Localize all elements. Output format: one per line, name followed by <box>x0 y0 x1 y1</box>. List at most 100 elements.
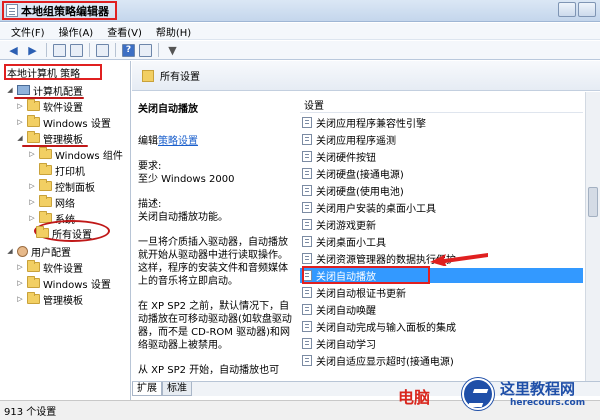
tree-item-control-panel[interactable]: ▷ 控制面板 <box>28 178 95 194</box>
edit-policy-line: 编辑策略设置 <box>138 135 294 148</box>
menu-action[interactable]: 操作(A) <box>52 24 101 39</box>
toolbar-divider <box>46 43 47 57</box>
tree-item-label: 软件设置 <box>43 263 83 275</box>
column-header-settings[interactable]: 设置 <box>300 96 583 113</box>
properties-icon[interactable] <box>139 43 152 57</box>
expand-icon[interactable]: ▷ <box>28 214 36 222</box>
tree-item-label: Windows 设置 <box>43 118 111 130</box>
tree-item-software-settings[interactable]: ▷ 软件设置 <box>16 98 83 114</box>
tree-item-user-admin-templates[interactable]: ▷ 管理模板 <box>16 291 83 307</box>
policy-setting-icon <box>302 219 312 230</box>
settings-list-item[interactable]: 关闭硬件按钮 <box>300 149 583 164</box>
list-scrollbar[interactable] <box>585 92 600 382</box>
tree-item-root[interactable]: 本地计算机 策略 <box>7 64 80 80</box>
expand-icon[interactable]: ▷ <box>16 102 24 110</box>
tree-item-label: 管理模板 <box>43 295 83 307</box>
policy-setting-icon <box>302 151 312 162</box>
tree-item-admin-templates[interactable]: ◢ 管理模板 <box>16 130 83 146</box>
tree-item-computer-config[interactable]: ◢ 计算机配置 <box>6 82 83 98</box>
settings-list-item[interactable]: 关闭硬盘(接通电源) <box>300 166 583 181</box>
tab-extended[interactable]: 扩展 <box>132 382 162 396</box>
policy-setting-icon <box>302 304 312 315</box>
tree-item-user-config[interactable]: ◢ 用户配置 <box>6 243 71 259</box>
settings-list-item[interactable]: 关闭自动唤醒 <box>300 302 583 317</box>
toolbar: ◀ ▶ ? ▼ <box>0 41 600 60</box>
back-arrow-icon[interactable]: ◀ <box>6 43 21 58</box>
description-paragraph: 从 XP SP2 开始，自动播放也可 <box>138 365 280 376</box>
help-icon[interactable]: ? <box>122 43 135 57</box>
expand-icon[interactable]: ▷ <box>16 279 24 287</box>
forward-arrow-icon[interactable]: ▶ <box>25 43 40 58</box>
expand-icon[interactable]: ▷ <box>16 118 24 126</box>
edit-prefix: 编辑 <box>138 136 158 147</box>
edit-policy-link[interactable]: 策略设置 <box>158 136 198 147</box>
menu-file[interactable]: 文件(F) <box>4 24 52 39</box>
settings-list-item-label: 关闭自动完成与输入面板的集成 <box>316 323 456 334</box>
expand-icon[interactable]: ▷ <box>16 295 24 303</box>
folder-icon <box>142 69 154 82</box>
policy-setting-icon <box>302 355 312 366</box>
tree-item-windows-components[interactable]: ▷ Windows 组件 <box>28 146 123 162</box>
settings-list-item[interactable]: 关闭自适应显示超时(接通电源) <box>300 353 583 368</box>
tree-item-label: 管理模板 <box>43 134 83 146</box>
policy-setting-icon <box>302 134 312 145</box>
tree-item-printers[interactable]: 打印机 <box>28 162 85 178</box>
expand-icon[interactable]: ▷ <box>28 198 36 206</box>
status-text: 913 个设置 <box>4 407 57 418</box>
tree-item-label: 用户配置 <box>31 247 71 259</box>
window-controls <box>558 2 596 17</box>
tree-item-windows-settings[interactable]: ▷ Windows 设置 <box>16 114 111 130</box>
description-label: 描述: <box>138 199 162 210</box>
folder-icon <box>39 163 52 175</box>
settings-list-item[interactable]: 关闭用户安装的桌面小工具 <box>300 200 583 215</box>
settings-list-item[interactable]: 关闭自动学习 <box>300 336 583 351</box>
settings-list-item[interactable]: 关闭桌面小工具 <box>300 234 583 249</box>
minimize-button[interactable] <box>558 2 576 17</box>
export-list-icon[interactable] <box>96 43 109 57</box>
policy-setting-icon <box>302 236 312 247</box>
expand-icon[interactable]: ▷ <box>16 263 24 271</box>
settings-list-item[interactable]: 关闭硬盘(使用电池) <box>300 183 583 198</box>
settings-list-item-label: 关闭硬盘(接通电源) <box>316 170 404 181</box>
folder-open-icon <box>36 226 49 238</box>
policy-title: 关闭自动播放 <box>138 104 198 115</box>
tree-item-all-settings[interactable]: 所有设置 <box>36 225 92 241</box>
expand-icon[interactable]: ▷ <box>28 150 36 158</box>
settings-list-item[interactable]: 关闭游戏更新 <box>300 217 583 232</box>
settings-list-item-label: 关闭硬件按钮 <box>316 153 376 164</box>
menu-help[interactable]: 帮助(H) <box>149 24 198 39</box>
tree-item-user-windows-settings[interactable]: ▷ Windows 设置 <box>16 275 111 291</box>
tree-item-label: 软件设置 <box>43 102 83 114</box>
folder-icon <box>27 260 40 272</box>
tree-item-network[interactable]: ▷ 网络 <box>28 194 75 210</box>
menu-bar: 文件(F) 操作(A) 查看(V) 帮助(H) <box>0 23 600 40</box>
settings-list-item[interactable]: 关闭自动根证书更新 <box>300 285 583 300</box>
expand-icon[interactable]: ▷ <box>28 182 36 190</box>
show-tree-icon[interactable] <box>70 43 83 57</box>
scroll-thumb[interactable] <box>588 187 598 217</box>
collapse-icon[interactable]: ◢ <box>6 247 14 255</box>
up-folder-icon[interactable] <box>53 43 66 57</box>
folder-icon <box>27 276 40 288</box>
settings-list-item-label: 关闭游戏更新 <box>316 221 376 232</box>
details-title: 所有设置 <box>160 72 200 83</box>
tree-item-user-software-settings[interactable]: ▷ 软件设置 <box>16 259 83 275</box>
toolbar-divider <box>115 43 116 57</box>
tab-standard[interactable]: 标准 <box>162 382 192 396</box>
collapse-icon[interactable]: ◢ <box>16 134 24 142</box>
settings-list-item[interactable]: 关闭自动完成与输入面板的集成 <box>300 319 583 334</box>
requirements-value: 至少 Windows 2000 <box>138 174 235 185</box>
menu-view[interactable]: 查看(V) <box>100 24 149 39</box>
requirements-label: 要求: <box>138 161 162 172</box>
folder-icon <box>27 115 40 127</box>
details-header: 所有设置 <box>132 61 600 91</box>
settings-list-item[interactable]: 关闭应用程序兼容性引擎 <box>300 115 583 130</box>
collapse-icon[interactable]: ◢ <box>6 86 14 94</box>
maximize-button[interactable] <box>578 2 596 17</box>
settings-list-item[interactable]: 关闭应用程序遥测 <box>300 132 583 147</box>
title-bar: 本地组策略编辑器 <box>0 0 600 22</box>
settings-list-item-label: 关闭自适应显示超时(接通电源) <box>316 357 454 368</box>
filter-icon[interactable]: ▼ <box>165 43 180 58</box>
folder-icon <box>39 179 52 191</box>
tree-pane: 本地计算机 策略 ◢ 计算机配置 ▷ 软件设置 ▷ Windows 设置 ◢ 管… <box>0 61 131 400</box>
